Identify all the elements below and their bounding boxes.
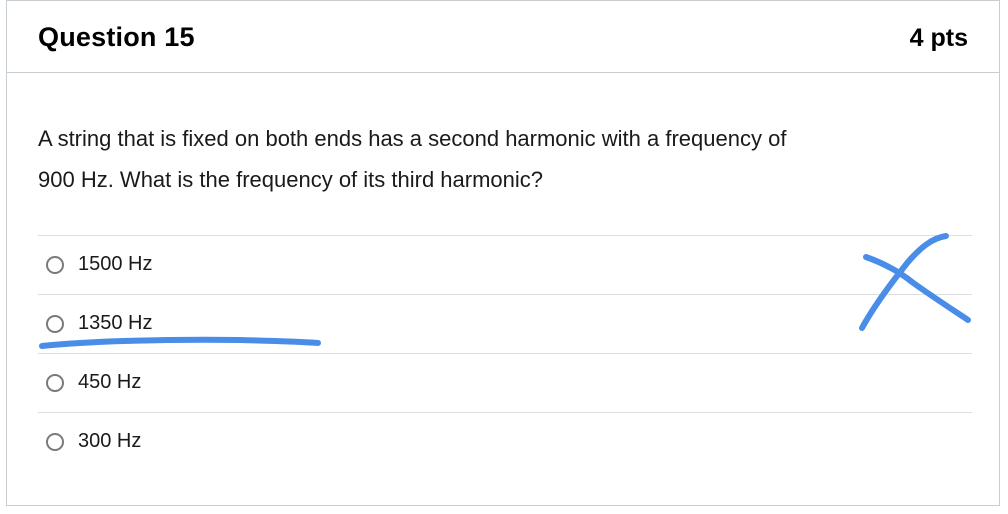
radio-button[interactable] (46, 374, 64, 392)
radio-button[interactable] (46, 256, 64, 274)
radio-button[interactable] (46, 315, 64, 333)
answer-option-450-hz[interactable]: 450 Hz (38, 353, 972, 412)
answer-option-1500-hz[interactable]: 1500 Hz (38, 235, 972, 294)
question-text: A string that is fixed on both ends has … (38, 118, 938, 200)
answer-option-1350-hz[interactable]: 1350 Hz (38, 294, 972, 353)
question-header: Question 15 4 pts (7, 1, 999, 73)
quiz-question-card: Question 15 4 pts A string that is fixed… (6, 0, 1000, 506)
question-text-line-1: A string that is fixed on both ends has … (38, 126, 787, 151)
answer-label[interactable]: 1350 Hz (78, 312, 153, 335)
answer-label[interactable]: 300 Hz (78, 430, 141, 453)
question-title: Question 15 (38, 22, 195, 52)
answer-label[interactable]: 450 Hz (78, 371, 141, 394)
radio-button[interactable] (46, 433, 64, 451)
question-points: 4 pts (909, 24, 968, 52)
answer-option-300-hz[interactable]: 300 Hz (38, 412, 972, 471)
answer-list: 1500 Hz 1350 Hz 450 Hz 300 Hz (38, 235, 972, 471)
question-text-line-2: 900 Hz. What is the frequency of its thi… (38, 167, 544, 192)
answer-label[interactable]: 1500 Hz (78, 253, 153, 276)
